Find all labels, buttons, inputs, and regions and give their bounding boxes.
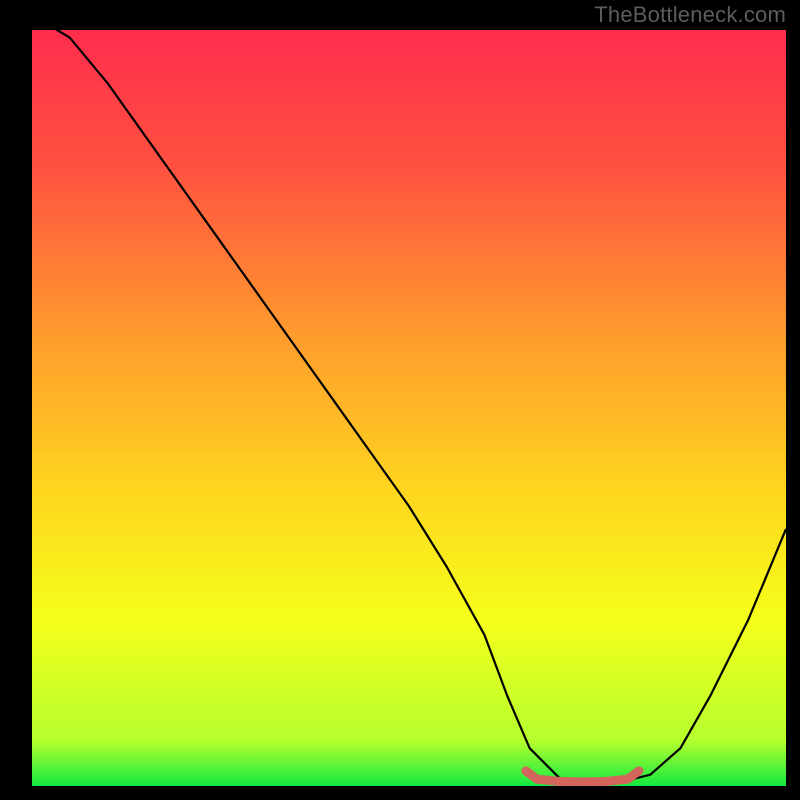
plot-background — [32, 30, 786, 786]
bottleneck-chart — [0, 0, 800, 800]
chart-container: TheBottleneck.com — [0, 0, 800, 800]
